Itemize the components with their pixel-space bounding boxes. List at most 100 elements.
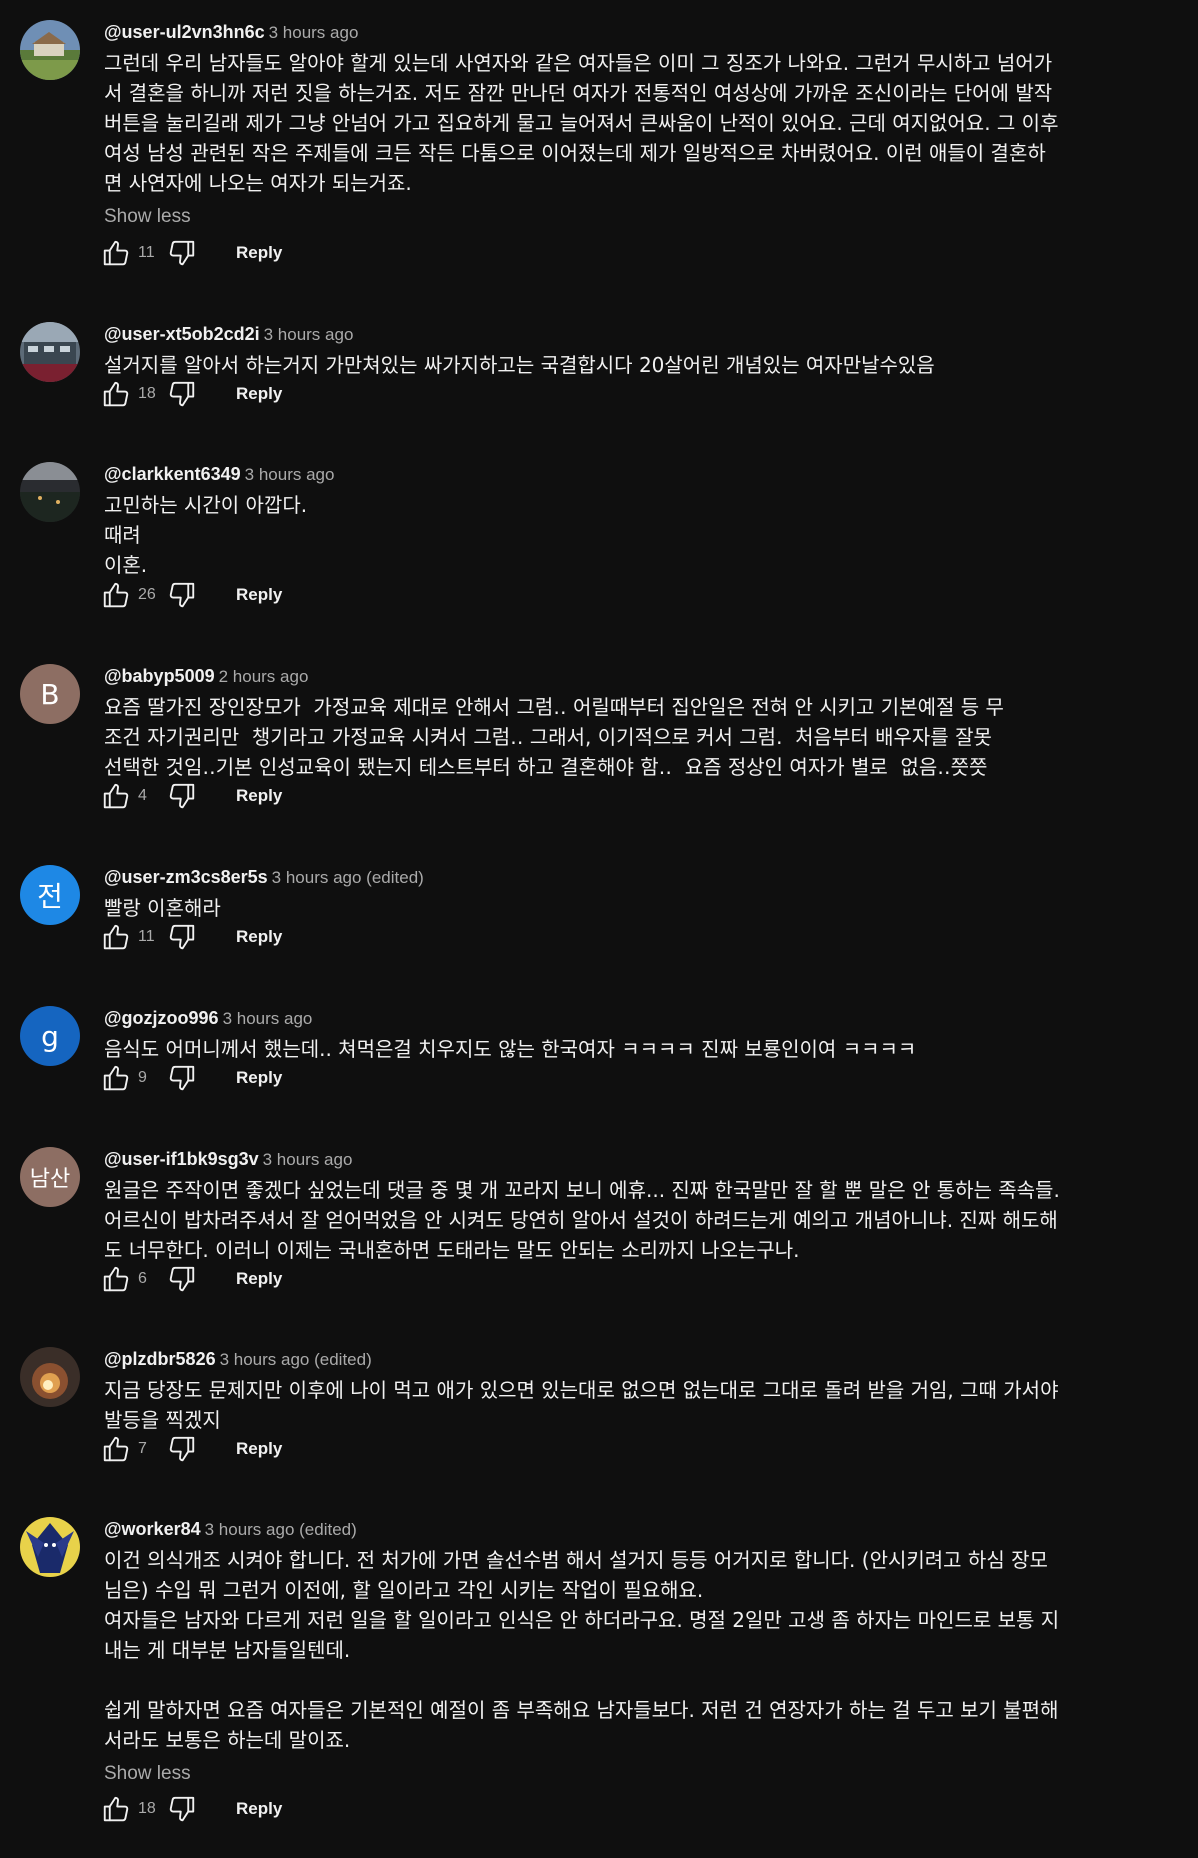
explosion-avatar-icon[interactable] [20,1347,80,1407]
comment-body: @user-zm3cs8er5s 3 hours ago (edited) 빨랑 이… [104,865,1168,923]
character-avatar-icon[interactable] [20,1517,80,1577]
comment-text-line: 고민하는 시간이 아깝다. [104,493,308,517]
reply-button[interactable]: Reply [236,1799,282,1819]
like-button[interactable] [98,1791,134,1827]
show-less-button[interactable]: Show less [104,1762,191,1786]
comment-author[interactable]: @gozjzoo996 [104,1008,219,1028]
like-button[interactable] [98,1060,134,1096]
reply-button[interactable]: Reply [236,1068,282,1088]
reply-button[interactable]: Reply [236,1439,282,1459]
show-less-button[interactable]: Show less [104,205,191,229]
comment-action-bar: 6 Reply [98,1261,282,1297]
thumbs-up-icon [101,379,131,409]
like-button[interactable] [98,919,134,955]
comment-author[interactable]: @user-ul2vn3hn6c [104,22,265,42]
comment-action-bar: 26 Reply [98,577,282,613]
comment-timestamp[interactable]: 3 hours ago (edited) [205,1520,357,1539]
comment-author[interactable]: @babyp5009 [104,666,215,686]
avatar-letter: 남산 [29,1167,71,1192]
like-button[interactable] [98,1431,134,1467]
comment-timestamp[interactable]: 2 hours ago [219,667,309,686]
comment-action-bar: 18 Reply [98,376,282,412]
comment-text-line: 그런데 우리 남자들도 알아야 할게 있는데 사연자와 같은 여자들은 이미 그… [104,51,1053,75]
comment-text-line: 여자들은 남자와 다르게 저런 일을 할 일이라고 인식은 안 하더라구요. 명… [104,1608,1060,1632]
building-avatar-icon[interactable] [20,322,80,382]
comment-text-line: 원글은 주작이면 좋겠다 싶었는데 댓글 중 몇 개 꼬라지 보니 에휴... … [104,1178,1060,1202]
comment-body: @user-if1bk9sg3v 3 hours ago 원글은 주작이면 좋겠다 … [104,1147,1168,1265]
avatar-letter: 전 [37,880,63,913]
avatar[interactable]: g [20,1006,80,1066]
avatar[interactable]: 전 [20,865,80,925]
comment-header: @user-if1bk9sg3v 3 hours ago [104,1147,1168,1171]
thumbs-down-icon [167,1063,197,1093]
comment-timestamp[interactable]: 3 hours ago [269,23,359,42]
reply-button[interactable]: Reply [236,1269,282,1289]
reply-button[interactable]: Reply [236,585,282,605]
comment-author[interactable]: @user-xt5ob2cd2i [104,324,260,344]
comment-header: @user-ul2vn3hn6c 3 hours ago [104,20,1168,44]
comment-timestamp[interactable]: 3 hours ago [223,1009,313,1028]
dislike-button[interactable] [164,1791,200,1827]
comment-text-line: 서 결혼을 하니까 저런 짓을 하는거죠. 저도 잠깐 만나던 여자가 전통적인… [104,81,1053,105]
avatar[interactable]: 남산 [20,1147,80,1207]
comment-text: 지금 당장도 문제지만 이후에 나이 먹고 애가 있으면 있는대로 없으면 없는… [104,1375,1168,1435]
thumbs-up-icon [101,781,131,811]
avatar[interactable]: B [20,664,80,724]
like-button[interactable] [98,1261,134,1297]
comment-text: 이건 의식개조 시켜야 합니다. 전 처가에 가면 솔선수범 해서 설거지 등등… [104,1545,1168,1755]
thumbs-up-icon [101,1794,131,1824]
dislike-button[interactable] [164,1060,200,1096]
comment-author[interactable]: @clarkkent6349 [104,464,241,484]
thumbs-up-icon [101,1063,131,1093]
comment-timestamp[interactable]: 3 hours ago [264,325,354,344]
comment-text-line: 지금 당장도 문제지만 이후에 나이 먹고 애가 있으면 있는대로 없으면 없는… [104,1378,1059,1402]
dislike-button[interactable] [164,577,200,613]
night-city-avatar-icon[interactable] [20,462,80,522]
comment-timestamp[interactable]: 3 hours ago (edited) [220,1350,372,1369]
comment-timestamp[interactable]: 3 hours ago [245,465,335,484]
dislike-button[interactable] [164,376,200,412]
comment-body: @gozjzoo996 3 hours ago 음식도 어머니께서 했는데.. 쳐먹… [104,1006,1168,1064]
comment-author[interactable]: @user-zm3cs8er5s [104,867,268,887]
avatar-letter: g [41,1019,59,1053]
dislike-button[interactable] [164,1261,200,1297]
like-count: 26 [138,586,156,603]
comment-timestamp[interactable]: 3 hours ago [263,1150,353,1169]
reply-button[interactable]: Reply [236,927,282,947]
comment-header: @user-zm3cs8er5s 3 hours ago (edited) [104,865,1168,889]
like-button[interactable] [98,376,134,412]
comment-header: @plzdbr5826 3 hours ago (edited) [104,1347,1168,1371]
thumbs-down-icon [167,781,197,811]
thumbs-down-icon [167,379,197,409]
comment-text-line: 이건 의식개조 시켜야 합니다. 전 처가에 가면 솔선수범 해서 설거지 등등… [104,1548,1048,1572]
thumbs-up-icon [101,922,131,952]
like-button[interactable] [98,577,134,613]
comment-action-bar: 4 Reply [98,778,282,814]
comment-header: @clarkkent6349 3 hours ago [104,462,1168,486]
comment-author[interactable]: @user-if1bk9sg3v [104,1149,259,1169]
reply-button[interactable]: Reply [236,786,282,806]
landscape-avatar-icon[interactable] [20,20,80,80]
dislike-button[interactable] [164,919,200,955]
like-button[interactable] [98,235,134,271]
thumbs-up-icon [101,238,131,268]
comment-author[interactable]: @plzdbr5826 [104,1349,216,1369]
comment-text-line: 버튼을 눌리길래 제가 그냥 안넘어 가고 집요하게 물고 늘어져서 큰싸움이 … [104,111,1059,135]
comment-timestamp[interactable]: 3 hours ago (edited) [272,868,424,887]
like-count: 9 [138,1069,147,1086]
thumbs-up-icon [101,580,131,610]
like-button[interactable] [98,778,134,814]
reply-button[interactable]: Reply [236,384,282,404]
comment-text-line: 내는 게 대부분 남자들일텐데. [104,1638,351,1662]
dislike-button[interactable] [164,778,200,814]
dislike-button[interactable] [164,1431,200,1467]
comment-text: 요즘 딸가진 장인장모가 가정교육 제대로 안해서 그럼‥ 어릴때부터 집안일은… [104,692,1168,782]
avatar-letter: B [40,677,60,711]
comment-author[interactable]: @worker84 [104,1519,201,1539]
reply-button[interactable]: Reply [236,243,282,263]
dislike-button[interactable] [164,235,200,271]
comment-text: 그런데 우리 남자들도 알아야 할게 있는데 사연자와 같은 여자들은 이미 그… [104,48,1168,198]
comment-text-line: 면 사연자에 나오는 여자가 되는거죠. [104,171,412,195]
thumbs-down-icon [167,1794,197,1824]
comment-text-line: 여성 남성 관련된 작은 주제들에 크든 작든 다툼으로 이어졌는데 제가 일방… [104,141,1046,165]
